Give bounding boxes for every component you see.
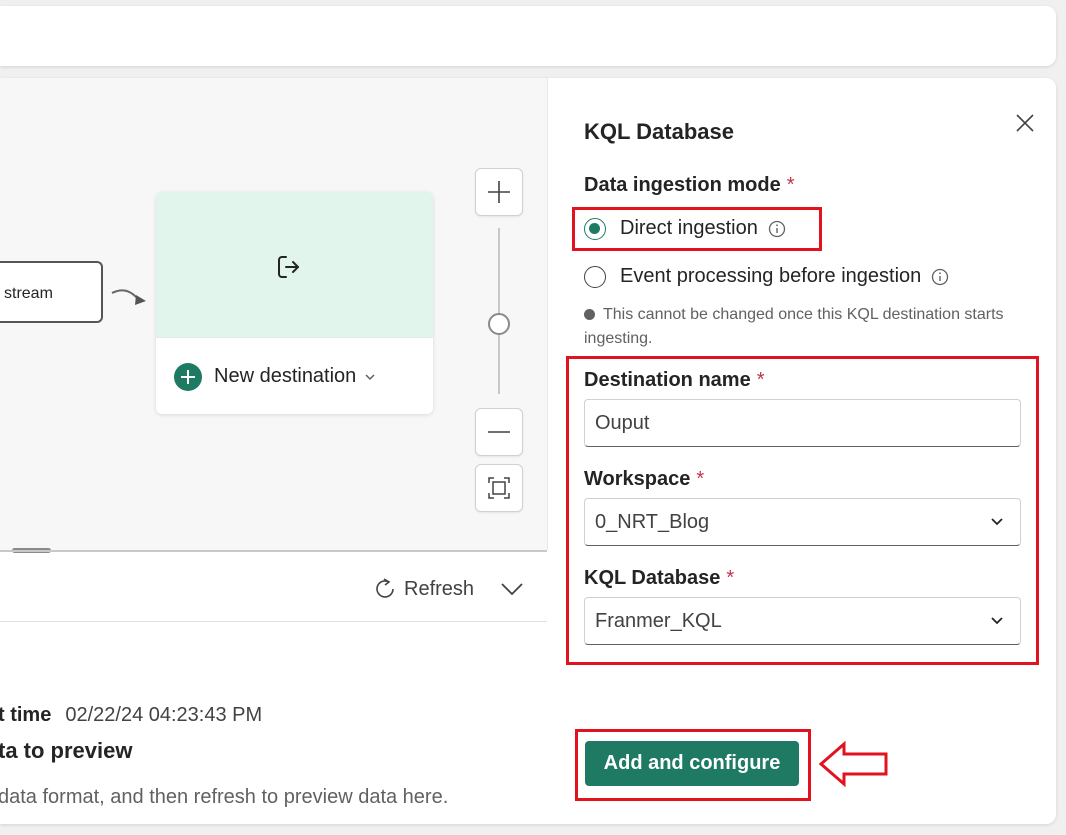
chevron-down-icon — [365, 373, 375, 380]
chevron-down-icon[interactable] — [500, 581, 524, 597]
zoom-in-button[interactable] — [475, 168, 523, 216]
new-destination-label: New destination — [214, 365, 357, 387]
ingestion-note-text: This cannot be changed once this KQL des… — [584, 306, 1004, 347]
eventstream-canvas[interactable]: stream New destination — [0, 78, 548, 553]
refresh-button[interactable]: Refresh — [372, 576, 474, 602]
connector-arrow — [111, 289, 146, 305]
minus-icon — [488, 431, 510, 433]
zoom-slider-thumb[interactable] — [488, 313, 510, 335]
add-circle-icon — [174, 362, 202, 391]
close-icon[interactable] — [1014, 112, 1036, 134]
top-bar — [0, 6, 1056, 66]
required-mark: * — [786, 174, 795, 196]
ingestion-note: This cannot be changed once this KQL des… — [584, 303, 1014, 351]
no-data-title: ta to preview — [0, 738, 133, 763]
sign-out-icon — [278, 256, 299, 278]
lower-divider — [0, 621, 547, 622]
info-icon[interactable] — [931, 268, 949, 286]
destination-node-header — [156, 192, 433, 337]
annotation-box-add-button — [575, 729, 811, 801]
stream-node-label: stream — [4, 285, 53, 302]
arrow-left-icon — [818, 740, 888, 788]
zoom-slider-track[interactable] — [498, 228, 500, 394]
canvas-divider[interactable] — [0, 550, 547, 552]
new-destination-button[interactable]: New destination — [156, 337, 433, 414]
panel-title: KQL Database — [584, 119, 734, 144]
no-data-text: data format, and then refresh to preview… — [0, 786, 449, 808]
time-value: 02/22/24 04:23:43 PM — [65, 704, 263, 726]
destination-node[interactable]: New destination — [156, 192, 433, 414]
annotation-box-direct-ingestion — [572, 207, 822, 251]
event-processing-label: Event processing before ingestion — [620, 265, 922, 287]
refresh-label: Refresh — [404, 577, 475, 600]
refresh-icon — [376, 578, 394, 598]
event-processing-option[interactable]: Event processing before ingestion — [584, 265, 949, 288]
ingestion-mode-text: Data ingestion mode — [584, 174, 781, 196]
event-processing-radio[interactable] — [584, 265, 606, 288]
last-time-row: t time 02/22/24 04:23:43 PM — [0, 704, 262, 727]
info-dot-icon — [584, 309, 595, 320]
plus-icon — [488, 181, 510, 203]
stream-node[interactable]: stream — [0, 261, 103, 323]
time-label: t time — [0, 704, 52, 726]
zoom-out-button[interactable] — [475, 408, 523, 456]
fit-to-screen-icon — [488, 477, 510, 499]
fit-to-screen-button[interactable] — [475, 464, 523, 512]
annotation-box-fields — [566, 356, 1039, 665]
ingestion-mode-label: Data ingestion mode * — [584, 174, 795, 197]
